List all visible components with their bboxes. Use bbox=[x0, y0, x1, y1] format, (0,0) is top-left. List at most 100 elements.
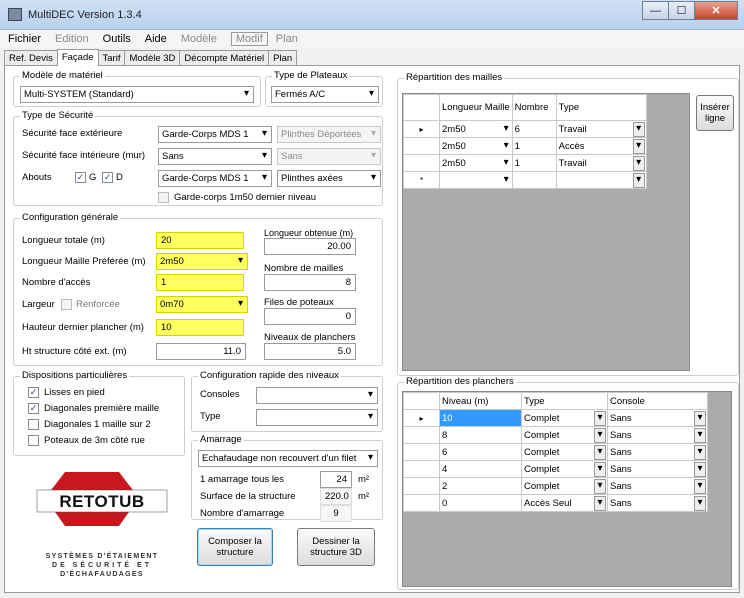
abouts-g-checkbox[interactable]: ✓ bbox=[75, 172, 86, 183]
menu-fichier[interactable]: Fichier bbox=[8, 33, 41, 45]
close-button[interactable]: ✕ bbox=[694, 1, 738, 20]
dessiner-3d-button[interactable]: Dessiner la structure 3D bbox=[297, 528, 375, 566]
table-row[interactable]: 0 Accès Seul Sans bbox=[403, 494, 708, 512]
mailles-col-nombre[interactable]: Nombre bbox=[511, 94, 557, 121]
table-row[interactable]: ▸ 10 Complet Sans bbox=[403, 409, 708, 427]
planchers-cell-console[interactable]: Sans bbox=[607, 494, 708, 512]
nombre-amarrage-value: 9 bbox=[320, 505, 352, 522]
poteaux-3m-checkbox[interactable] bbox=[28, 435, 39, 446]
lt-input[interactable]: 20 bbox=[156, 232, 244, 249]
modele-select[interactable]: Multi-SYSTEM (Standard) bbox=[20, 86, 254, 103]
planchers-cell-niveau[interactable]: 8 bbox=[439, 426, 522, 444]
tab-tarif[interactable]: Tarif bbox=[97, 50, 126, 66]
ext-select[interactable]: Garde-Corps MDS 1 bbox=[158, 126, 272, 143]
abouts-plinthe-select[interactable]: Plinthes axées bbox=[277, 170, 381, 187]
planchers-grid: Niveau (m) Type Console ▸ 10 Complet San… bbox=[402, 391, 732, 587]
menu-aide[interactable]: Aide bbox=[145, 33, 167, 45]
hdp-input[interactable]: 10 bbox=[156, 319, 244, 336]
tab-decompte-materiel[interactable]: Décompte Matériel bbox=[179, 50, 270, 66]
mailles-cell-longueur[interactable]: 2m50 bbox=[439, 154, 513, 172]
planchers-cell-console[interactable]: Sans bbox=[607, 443, 708, 461]
new-row[interactable]: * bbox=[403, 171, 647, 189]
gc-checkbox[interactable] bbox=[158, 192, 169, 203]
largeur-select[interactable]: 0m70 bbox=[156, 296, 248, 313]
mailles-new-longueur[interactable] bbox=[439, 171, 513, 189]
planchers-cell-niveau[interactable]: 2 bbox=[439, 477, 522, 495]
planchers-cell-niveau[interactable]: 4 bbox=[439, 460, 522, 478]
planchers-cell-niveau[interactable]: 0 bbox=[439, 494, 522, 512]
mailles-cell-nombre[interactable]: 1 bbox=[511, 137, 557, 155]
tab-plan[interactable]: Plan bbox=[268, 50, 298, 66]
mailles-cell-type[interactable]: Travail bbox=[555, 120, 647, 138]
table-row[interactable]: 8 Complet Sans bbox=[403, 426, 708, 444]
diag-1-sur-2-checkbox[interactable] bbox=[28, 419, 39, 430]
mailles-cell-longueur[interactable]: 2m50 bbox=[439, 120, 513, 138]
planchers-cell-type[interactable]: Complet bbox=[521, 443, 608, 461]
composer-structure-button[interactable]: Composer la structure bbox=[197, 528, 273, 566]
maximize-button[interactable]: ☐ bbox=[668, 1, 695, 20]
planchers-cell-niveau[interactable]: 6 bbox=[439, 443, 522, 461]
table-row[interactable]: 4 Complet Sans bbox=[403, 460, 708, 478]
planchers-cell-console[interactable]: Sans bbox=[607, 477, 708, 495]
planchers-cell-type[interactable]: Complet bbox=[521, 477, 608, 495]
tab-modele-3d[interactable]: Modèle 3D bbox=[124, 50, 181, 66]
menu-plan[interactable]: Plan bbox=[276, 33, 298, 45]
new-row-icon: * bbox=[403, 171, 440, 189]
ht-input[interactable]: 11.0 bbox=[156, 343, 246, 360]
planchers-col-type[interactable]: Type bbox=[521, 392, 608, 410]
mailles-cell-nombre[interactable]: 6 bbox=[511, 120, 557, 138]
mailles-new-type[interactable] bbox=[555, 171, 647, 189]
menu-edition[interactable]: Edition bbox=[55, 33, 89, 45]
lisses-checkbox[interactable]: ✓ bbox=[28, 387, 39, 398]
renforcee-label: Renforcée bbox=[76, 299, 120, 310]
tab-facade[interactable]: Façade bbox=[56, 49, 99, 66]
diag-premiere-label: Diagonales première maille bbox=[44, 403, 160, 414]
table-row[interactable]: ▸ 2m50 6 Travail bbox=[403, 120, 647, 138]
planchers-cell-console[interactable]: Sans bbox=[607, 409, 708, 427]
abouts-d-checkbox[interactable]: ✓ bbox=[102, 172, 113, 183]
table-row[interactable]: 2m50 1 Accès bbox=[403, 137, 647, 155]
menu-outils[interactable]: Outils bbox=[103, 33, 131, 45]
securite-group: Type de Sécurité Sécurité face extérieur… bbox=[13, 110, 383, 206]
inserer-ligne-button[interactable]: Insérer ligne bbox=[696, 95, 734, 131]
ext-plinthe-select[interactable]: Plinthes Déportées bbox=[277, 126, 381, 143]
planchers-col-niveau[interactable]: Niveau (m) bbox=[439, 392, 522, 410]
planchers-cell-type[interactable]: Complet bbox=[521, 460, 608, 478]
tab-ref-devis[interactable]: Ref. Devis bbox=[4, 50, 58, 66]
renforcee-checkbox[interactable] bbox=[61, 299, 72, 310]
diag-premiere-checkbox[interactable]: ✓ bbox=[28, 403, 39, 414]
int-plinthe-select[interactable]: Sans bbox=[277, 148, 381, 165]
planchers-cell-type[interactable]: Accès Seul bbox=[521, 494, 608, 512]
gc-label: Garde-corps 1m50 dernier niveau bbox=[174, 192, 317, 203]
planchers-cell-niveau[interactable]: 10 bbox=[439, 409, 522, 427]
table-row[interactable]: 2 Complet Sans bbox=[403, 477, 708, 495]
table-row[interactable]: 2m50 1 Travail bbox=[403, 154, 647, 172]
lmp-select[interactable]: 2m50 bbox=[156, 253, 248, 270]
planchers-cell-console[interactable]: Sans bbox=[607, 426, 708, 444]
planchers-cell-type[interactable]: Complet bbox=[521, 426, 608, 444]
type-select[interactable] bbox=[256, 409, 378, 426]
mailles-cell-nombre[interactable]: 1 bbox=[511, 154, 557, 172]
planchers-cell-console[interactable]: Sans bbox=[607, 460, 708, 478]
abouts-select[interactable]: Garde-Corps MDS 1 bbox=[158, 170, 272, 187]
dispositions-legend: Dispositions particulières bbox=[20, 370, 130, 381]
acces-input[interactable]: 1 bbox=[156, 274, 244, 291]
amarrage-select[interactable]: Echafaudage non recouvert d'un filet bbox=[198, 450, 378, 467]
table-row[interactable]: 6 Complet Sans bbox=[403, 443, 708, 461]
menu-modele[interactable]: Modèle bbox=[181, 33, 217, 45]
mailles-new-nombre[interactable] bbox=[511, 171, 557, 189]
planchers-col-console[interactable]: Console bbox=[607, 392, 708, 410]
mailles-cell-longueur[interactable]: 2m50 bbox=[439, 137, 513, 155]
amarrage-tous-input[interactable]: 24 bbox=[320, 471, 352, 488]
int-select[interactable]: Sans bbox=[158, 148, 272, 165]
menu-modif[interactable]: Modif bbox=[230, 32, 268, 46]
mailles-cell-type[interactable]: Travail bbox=[555, 154, 647, 172]
consoles-select[interactable] bbox=[256, 387, 378, 404]
mailles-cell-type[interactable]: Accès bbox=[555, 137, 647, 155]
planchers-cell-type[interactable]: Complet bbox=[521, 409, 608, 427]
plateaux-select[interactable]: Fermés A/C bbox=[271, 86, 379, 103]
minimize-button[interactable]: — bbox=[642, 1, 669, 20]
mailles-col-type[interactable]: Type bbox=[555, 94, 647, 121]
mailles-col-longueur[interactable]: Longueur Maille bbox=[439, 94, 513, 121]
diag-1-sur-2-label: Diagonales 1 maille sur 2 bbox=[44, 419, 151, 430]
